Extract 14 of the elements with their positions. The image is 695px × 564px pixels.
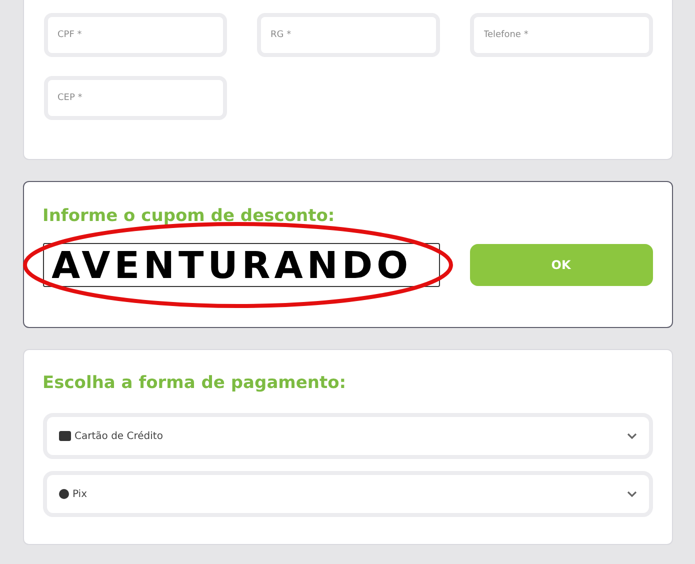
input-field[interactable]: CEP * (44, 76, 226, 120)
input-field[interactable]: CPF * (44, 13, 226, 57)
payment-option: Pix (72, 488, 626, 500)
input-field[interactable]: RG * (256, 13, 440, 57)
chevron-down-icon (626, 433, 636, 439)
payment-title: Escolha a forma de pagamento: (42, 372, 348, 394)
chevron-down-icon (626, 491, 636, 497)
payment-select[interactable]: Cartão de Crédito (42, 413, 652, 459)
card-icon (58, 431, 70, 441)
input-field[interactable]: Telefone * (470, 13, 652, 57)
payment-select[interactable]: Pix (42, 471, 652, 517)
coupon-field[interactable]: AVENTURANDO (42, 243, 440, 287)
coupon-label: Informe o cupom de desconto: (42, 205, 336, 227)
payment-option: Cartão de Crédito (74, 430, 626, 442)
